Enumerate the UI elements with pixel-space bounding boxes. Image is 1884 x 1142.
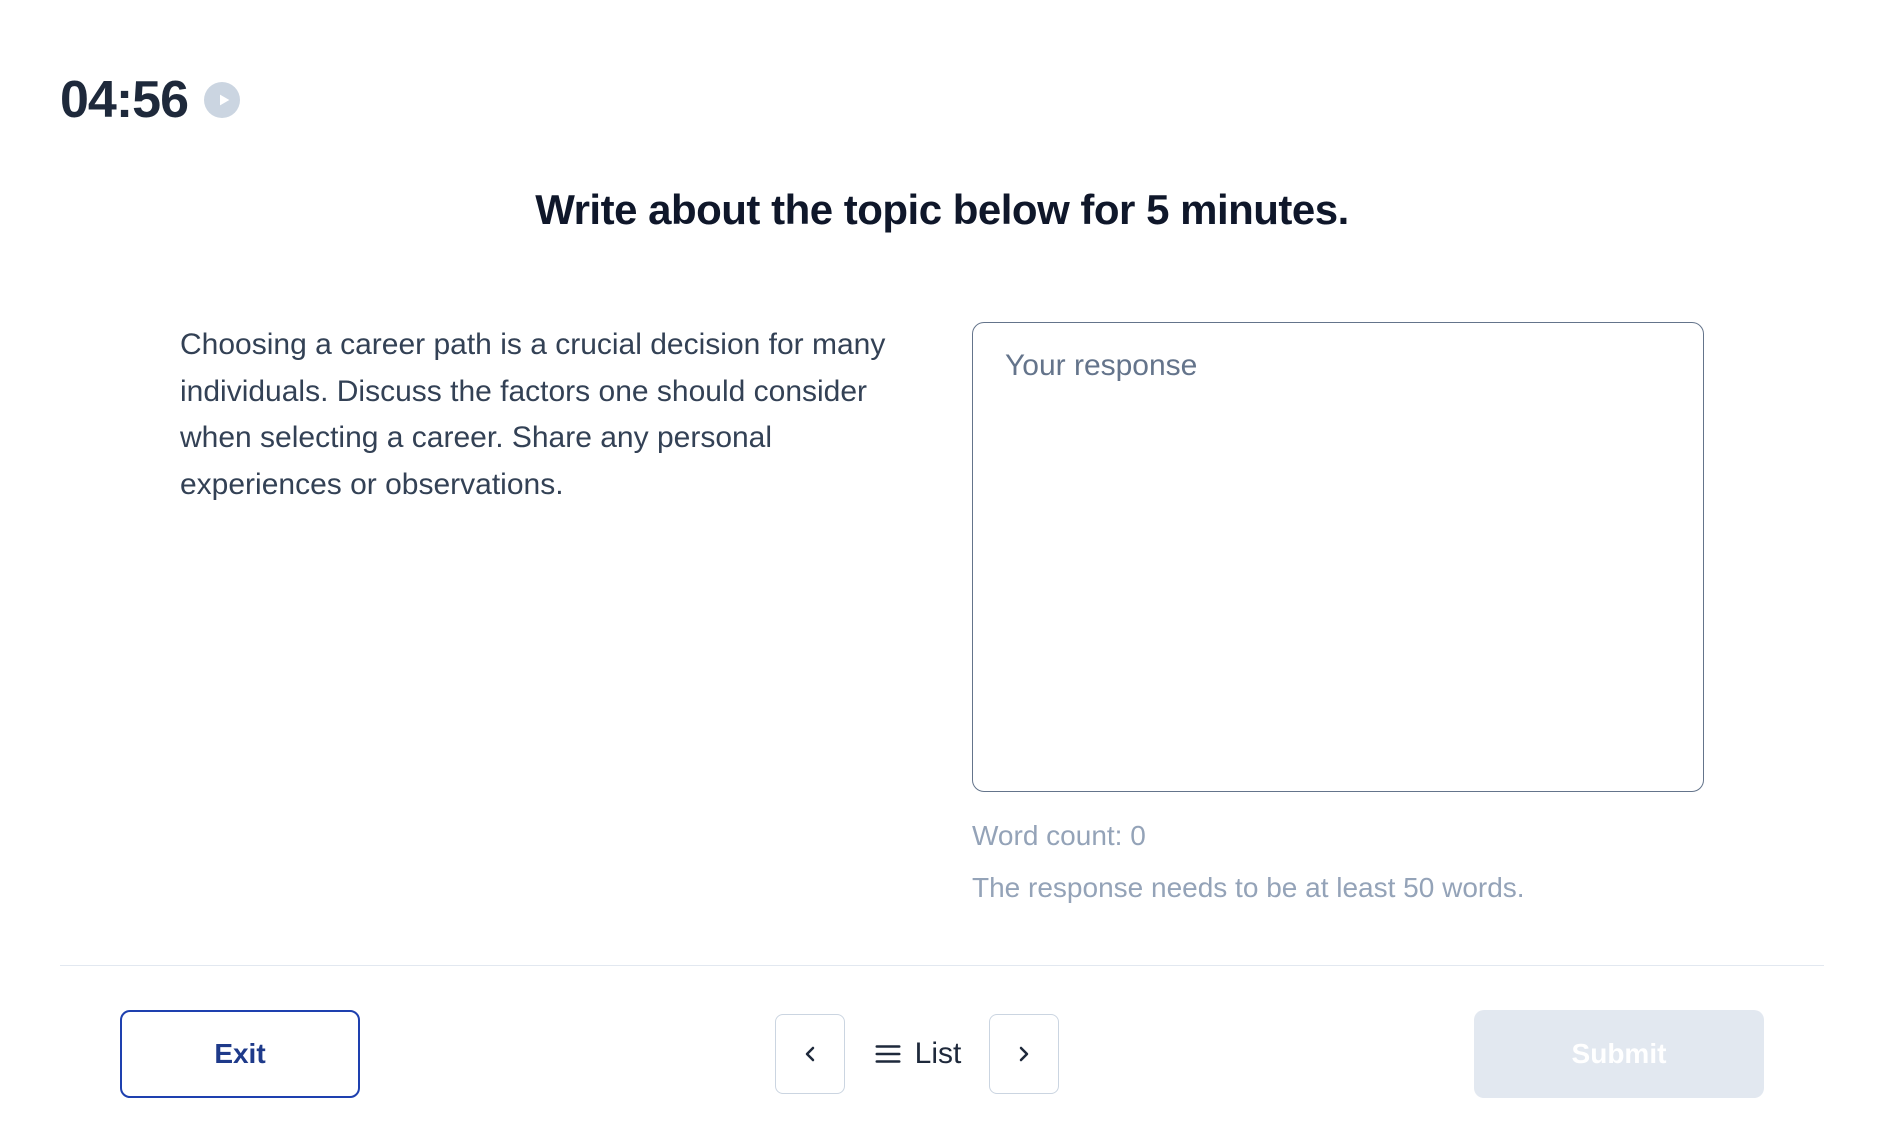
nav-group: List (775, 1014, 1060, 1094)
response-column: Word count: 0 The response needs to be a… (972, 322, 1704, 904)
submit-button[interactable]: Submit (1474, 1010, 1764, 1098)
prompt-text: Choosing a career path is a crucial deci… (180, 322, 912, 508)
list-label: List (915, 1037, 962, 1071)
content-area: Choosing a career path is a crucial deci… (0, 322, 1884, 904)
instruction-heading: Write about the topic below for 5 minute… (0, 186, 1884, 234)
word-count-label: Word count: 0 (972, 820, 1704, 852)
list-button[interactable]: List (865, 1037, 970, 1071)
timer-bar: 04:56 (0, 0, 1884, 130)
timer-value: 04:56 (60, 70, 188, 130)
chevron-right-icon (1012, 1042, 1036, 1066)
prev-button[interactable] (775, 1014, 845, 1094)
exit-button[interactable]: Exit (120, 1010, 360, 1098)
response-input[interactable] (972, 322, 1704, 792)
footer-bar: Exit List Submit (60, 965, 1824, 1142)
next-button[interactable] (989, 1014, 1059, 1094)
play-icon[interactable] (204, 82, 240, 118)
prompt-column: Choosing a career path is a crucial deci… (180, 322, 912, 904)
list-icon (873, 1039, 903, 1069)
word-hint: The response needs to be at least 50 wor… (972, 872, 1704, 904)
chevron-left-icon (798, 1042, 822, 1066)
